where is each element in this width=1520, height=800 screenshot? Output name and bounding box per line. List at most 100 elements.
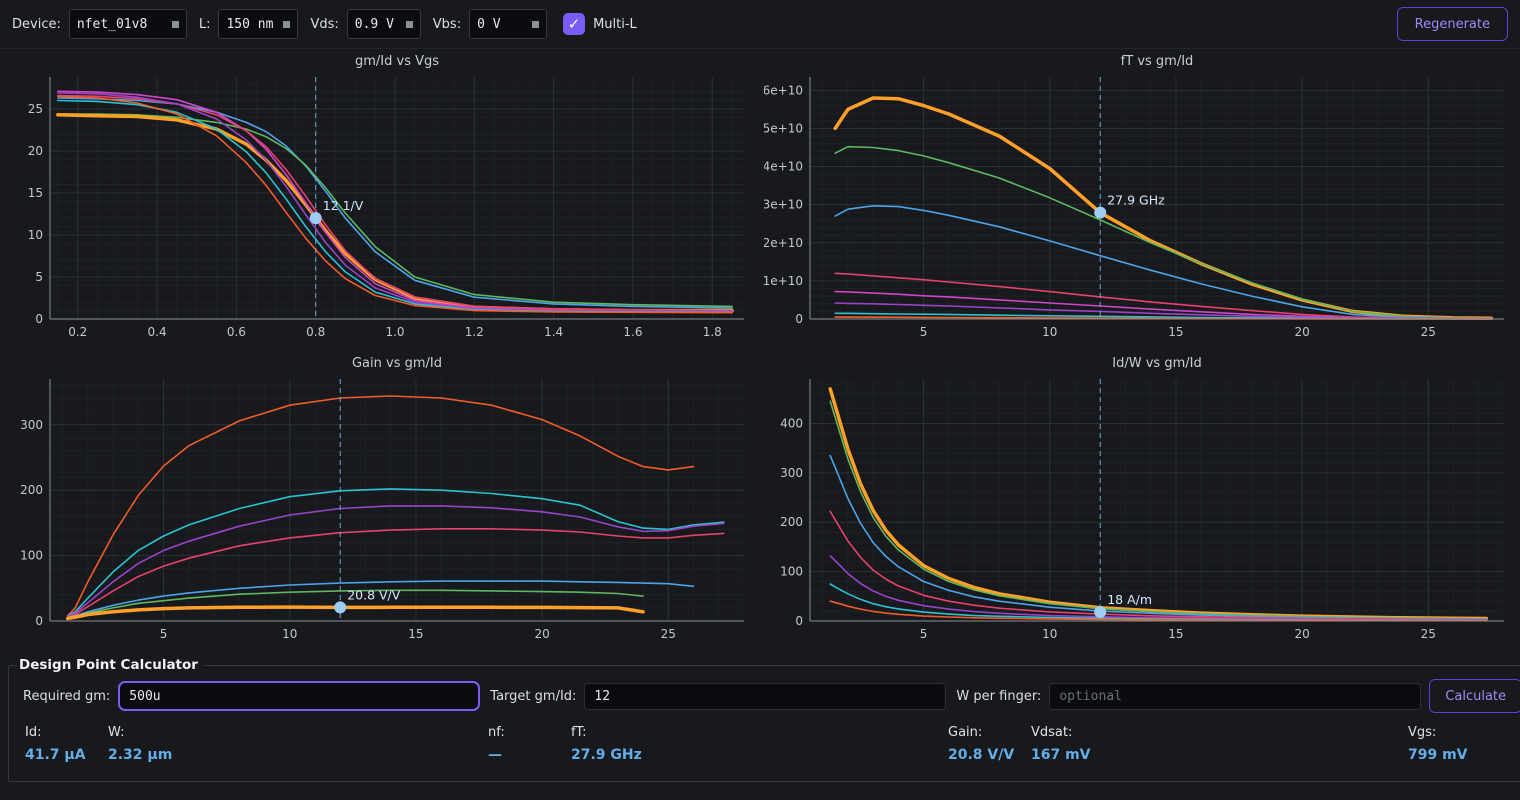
dropdown-indicator-icon (283, 21, 290, 28)
svg-text:0.6: 0.6 (227, 325, 246, 339)
w-per-finger-input[interactable] (1049, 683, 1421, 710)
svg-text:25: 25 (1421, 325, 1436, 339)
svg-text:fT vs gm/Id: fT vs gm/Id (1121, 54, 1194, 69)
vbs-select[interactable]: 0 V (469, 9, 547, 39)
svg-text:200: 200 (780, 515, 803, 529)
svg-text:0.2: 0.2 (68, 325, 87, 339)
check-icon: ✓ (568, 15, 581, 33)
svg-text:gm/Id vs Vgs: gm/Id vs Vgs (355, 54, 439, 69)
svg-text:Gain vs gm/Id: Gain vs gm/Id (352, 356, 442, 371)
calculate-button[interactable]: Calculate (1429, 679, 1520, 713)
svg-text:100: 100 (20, 549, 43, 563)
svg-text:1e+10: 1e+10 (764, 274, 803, 288)
length-select[interactable]: 150 nm (218, 9, 298, 39)
svg-text:5e+10: 5e+10 (764, 121, 803, 135)
svg-text:200: 200 (20, 483, 43, 497)
svg-text:20: 20 (534, 627, 549, 641)
svg-text:5: 5 (920, 325, 928, 339)
svg-text:20: 20 (1294, 325, 1309, 339)
svg-text:1.0: 1.0 (385, 325, 404, 339)
chart-cell: 5 10 15 20 25 0 1e+10 2e+10 3e+10 4e+10 5e+10 6e+10… (760, 51, 1520, 353)
result-nf: nf: — (488, 725, 505, 763)
svg-text:5: 5 (920, 627, 928, 641)
charts-grid: 0.20.40.60.81.01.21.41.61.80510152025gm/… (0, 48, 1520, 655)
multi-l-checkbox[interactable]: ✓ (563, 13, 585, 35)
svg-text:2e+10: 2e+10 (764, 236, 803, 250)
svg-text:100: 100 (780, 565, 803, 579)
svg-text:5: 5 (35, 270, 43, 284)
svg-text:1.2: 1.2 (465, 325, 484, 339)
calculator-inputs-row: Required gm: Target gm/Id: W per finger:… (17, 675, 1520, 717)
vds-value: 0.9 V (355, 17, 394, 32)
svg-text:15: 15 (408, 627, 423, 641)
vds-label: Vds: (310, 17, 338, 32)
toolbar: Device: nfet_01v8 L: 150 nm Vds: 0.9 V V… (0, 0, 1520, 48)
design-point-calculator: Design Point Calculator Required gm: Tar… (8, 657, 1520, 782)
results-row: Id: 41.7 µA W: 2.32 µm nf: — fT: 27.9 GH… (17, 721, 1520, 775)
calculator-title: Design Point Calculator (17, 657, 204, 673)
svg-text:27.9 GHz: 27.9 GHz (1107, 193, 1165, 208)
result-gain: Gain: 20.8 V/V (948, 725, 1014, 763)
svg-text:4e+10: 4e+10 (764, 160, 803, 174)
chart-gmid-vs-vgs[interactable]: 0.20.40.60.81.01.21.41.61.80510152025gm/… (4, 51, 756, 353)
chart-gain-vs-gmid[interactable]: 5 10 15 20 25 0 100 200 300 Gain vs gm/Id 20.8 V/V (4, 353, 756, 655)
svg-text:15: 15 (28, 186, 43, 200)
svg-text:10: 10 (28, 228, 43, 242)
dropdown-indicator-icon (172, 21, 179, 28)
svg-text:0: 0 (35, 614, 43, 628)
svg-text:15: 15 (1168, 627, 1183, 641)
vds-select[interactable]: 0.9 V (347, 9, 421, 39)
svg-text:20: 20 (1294, 627, 1309, 641)
svg-text:25: 25 (1421, 627, 1436, 641)
svg-text:3e+10: 3e+10 (764, 198, 803, 212)
svg-text:0.8: 0.8 (306, 325, 325, 339)
length-label: L: (199, 17, 211, 32)
svg-text:1.6: 1.6 (623, 325, 642, 339)
svg-text:15: 15 (1168, 325, 1183, 339)
svg-text:12 1/V: 12 1/V (323, 198, 364, 213)
svg-text:1.8: 1.8 (703, 325, 722, 339)
svg-text:6e+10: 6e+10 (764, 83, 803, 97)
svg-text:0: 0 (35, 312, 43, 326)
result-vgs: Vgs: 799 mV (1408, 725, 1468, 763)
svg-text:400: 400 (780, 416, 803, 430)
svg-text:10: 10 (1042, 627, 1057, 641)
chart-cell: 5 10 15 20 25 0 100 200 300 Gain vs gm/Id 20.8 V/V (0, 353, 760, 655)
svg-text:Id/W vs gm/Id: Id/W vs gm/Id (1112, 356, 1201, 371)
required-gm-label: Required gm: (23, 689, 110, 704)
device-label: Device: (12, 17, 61, 32)
svg-text:300: 300 (780, 466, 803, 480)
device-value: nfet_01v8 (77, 17, 147, 32)
svg-text:0.4: 0.4 (148, 325, 167, 339)
svg-text:0: 0 (795, 312, 803, 326)
dropdown-indicator-icon (532, 21, 539, 28)
chart-idw-vs-gmid[interactable]: 5 10 15 20 25 0 100 200 300 400 Id/W vs gm/Id 18 A/… (764, 353, 1516, 655)
dropdown-indicator-icon (406, 21, 413, 28)
svg-text:20.8 V/V: 20.8 V/V (347, 587, 401, 602)
target-gmid-label: Target gm/Id: (490, 689, 576, 704)
svg-text:25: 25 (661, 627, 676, 641)
result-ft: fT: 27.9 GHz (571, 725, 642, 763)
w-per-finger-label: W per finger: (956, 689, 1041, 704)
result-w: W: 2.32 µm (108, 725, 172, 763)
chart-cell: 0.20.40.60.81.01.21.41.61.80510152025gm/… (0, 51, 760, 353)
svg-text:10: 10 (1042, 325, 1057, 339)
length-value: 150 nm (226, 17, 273, 32)
chart-ft-vs-gmid[interactable]: 5 10 15 20 25 0 1e+10 2e+10 3e+10 4e+10 5e+10 6e+10… (764, 51, 1516, 353)
svg-text:20: 20 (28, 144, 43, 158)
target-gmid-input[interactable] (584, 683, 946, 710)
svg-text:18 A/m: 18 A/m (1107, 592, 1152, 607)
svg-text:5: 5 (160, 627, 168, 641)
vbs-value: 0 V (477, 17, 500, 32)
result-id: Id: 41.7 µA (25, 725, 86, 763)
chart-cell: 5 10 15 20 25 0 100 200 300 400 Id/W vs gm/Id 18 A/… (760, 353, 1520, 655)
device-select[interactable]: nfet_01v8 (69, 9, 187, 39)
required-gm-input[interactable] (118, 681, 480, 711)
svg-text:0: 0 (795, 614, 803, 628)
multi-l-label: Multi-L (593, 17, 637, 32)
svg-text:10: 10 (282, 627, 297, 641)
result-vdsat: Vdsat: 167 mV (1031, 725, 1091, 763)
svg-text:300: 300 (20, 418, 43, 432)
vbs-label: Vbs: (433, 17, 461, 32)
regenerate-button[interactable]: Regenerate (1397, 7, 1508, 41)
